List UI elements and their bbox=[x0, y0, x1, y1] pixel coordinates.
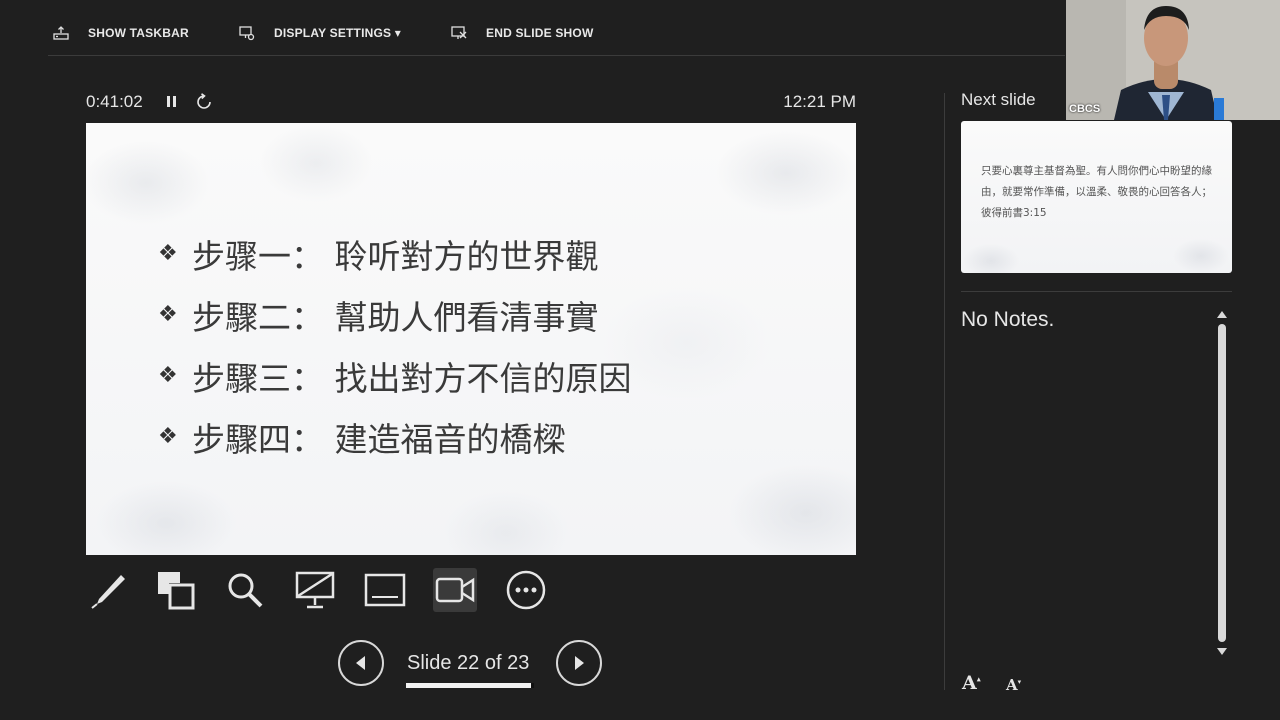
subtitles-icon bbox=[364, 573, 406, 607]
decrease-font-icon: A bbox=[1006, 676, 1018, 694]
previous-slide-button[interactable] bbox=[338, 640, 384, 686]
end-show-icon bbox=[451, 26, 467, 39]
pause-icon[interactable] bbox=[166, 94, 178, 110]
decrease-font-button[interactable]: A▾ bbox=[1006, 676, 1021, 694]
display-settings-icon bbox=[239, 26, 255, 41]
bullet-text: 步骤一： 聆听對方的世界觀 bbox=[192, 236, 599, 276]
taskbar-icon bbox=[53, 26, 69, 40]
next-slide-button[interactable] bbox=[556, 640, 602, 686]
webcam-label: CBCS bbox=[1069, 103, 1101, 115]
camera-toggle-button[interactable] bbox=[433, 568, 477, 612]
increase-font-button[interactable]: A▴ bbox=[962, 672, 981, 694]
diamond-bullet-icon: ❖ bbox=[158, 424, 178, 449]
slide-progress-bar bbox=[406, 683, 534, 688]
slide-bullet-list: ❖ 步骤一： 聆听對方的世界觀 ❖ 步驟二： 幫助人們看清事實 ❖ 步驟三： 找出對方… bbox=[158, 223, 632, 467]
restart-icon[interactable] bbox=[196, 93, 212, 111]
bullet-text: 步驟二： 幫助人們看清事實 bbox=[192, 297, 599, 337]
scroll-down-icon[interactable] bbox=[1217, 648, 1227, 655]
end-slide-show-button[interactable]: END SLIDE SHOW bbox=[450, 22, 593, 44]
see-all-slides-button[interactable] bbox=[154, 568, 198, 612]
toolbar-divider bbox=[48, 55, 1065, 56]
speaker-notes: No Notes. bbox=[961, 308, 1055, 331]
slide-bullet: ❖ 步驟二： 幫助人們看清事實 bbox=[158, 284, 632, 345]
slide-bullet: ❖ 步驟四： 建造福音的橋樑 bbox=[158, 406, 632, 467]
scroll-thumb[interactable] bbox=[1218, 324, 1226, 642]
diamond-bullet-icon: ❖ bbox=[158, 241, 178, 266]
show-taskbar-button[interactable]: SHOW TASKBAR bbox=[52, 22, 189, 44]
pen-icon bbox=[91, 575, 125, 609]
current-time: 12:21 PM bbox=[783, 92, 856, 111]
notes-divider bbox=[961, 291, 1232, 292]
notes-scrollbar[interactable] bbox=[1214, 308, 1230, 658]
slide-counter[interactable]: Slide 22 of 23 bbox=[407, 652, 529, 675]
camera-icon bbox=[435, 577, 475, 603]
zoom-icon bbox=[228, 573, 263, 608]
zoom-button[interactable] bbox=[223, 568, 267, 612]
elapsed-timer: 0:41:02 bbox=[86, 92, 143, 111]
current-slide[interactable]: ❖ 步骤一： 聆听對方的世界觀 ❖ 步驟二： 幫助人們看清事實 ❖ 步驟三： 找出對方… bbox=[86, 123, 856, 555]
scroll-up-icon[interactable] bbox=[1217, 311, 1227, 318]
presenter-video-image bbox=[1066, 0, 1280, 120]
next-slide-text: 只要心裏尊主基督為聖。有人問你們心中盼望的緣由，就要常作準備，以溫柔、敬畏的心回… bbox=[981, 165, 1212, 219]
black-screen-icon bbox=[295, 571, 335, 609]
next-icon bbox=[575, 656, 584, 670]
next-slide-thumbnail[interactable]: 只要心裏尊主基督為聖。有人問你們心中盼望的緣由，就要常作準備，以溫柔、敬畏的心回… bbox=[961, 121, 1232, 273]
diamond-bullet-icon: ❖ bbox=[158, 302, 178, 327]
previous-icon bbox=[356, 656, 365, 670]
increase-font-icon: A bbox=[962, 672, 977, 694]
show-taskbar-label: SHOW TASKBAR bbox=[88, 26, 189, 40]
bullet-text: 步驟三： 找出對方不信的原因 bbox=[192, 358, 632, 398]
bullet-text: 步驟四： 建造福音的橋樑 bbox=[192, 419, 566, 459]
slide-bullet: ❖ 步驟三： 找出對方不信的原因 bbox=[158, 345, 632, 406]
display-settings-label: DISPLAY SETTINGS ▾ bbox=[274, 26, 401, 40]
webcam-video: CBCS bbox=[1066, 0, 1280, 120]
more-options-button[interactable] bbox=[504, 568, 548, 612]
diamond-bullet-icon: ❖ bbox=[158, 363, 178, 388]
panel-divider bbox=[944, 93, 945, 690]
end-slide-show-label: END SLIDE SHOW bbox=[486, 26, 594, 40]
presenter-toolbar: SHOW TASKBAR DISPLAY SETTINGS ▾ END SLID… bbox=[0, 0, 1065, 56]
black-screen-button[interactable] bbox=[293, 568, 337, 612]
timer-row: 0:41:02 12:21 PM bbox=[86, 92, 856, 114]
see-all-slides-icon bbox=[158, 572, 195, 610]
subtitles-button[interactable] bbox=[363, 568, 407, 612]
slide-bullet: ❖ 步骤一： 聆听對方的世界觀 bbox=[158, 223, 632, 284]
next-slide-label: Next slide bbox=[961, 90, 1036, 109]
pen-tool-button[interactable] bbox=[86, 568, 130, 612]
display-settings-button[interactable]: DISPLAY SETTINGS ▾ bbox=[238, 22, 401, 44]
slide-tools bbox=[86, 568, 556, 612]
more-icon bbox=[506, 570, 546, 610]
